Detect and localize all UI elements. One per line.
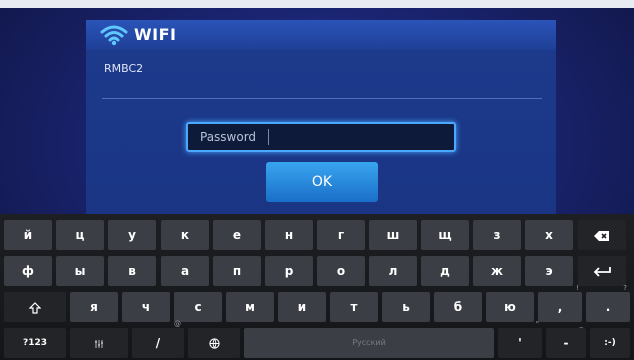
shift-key[interactable]	[4, 292, 66, 322]
key-comma-alt: !	[576, 284, 579, 292]
key-э[interactable]: э	[525, 256, 573, 286]
key-к[interactable]: к	[161, 220, 209, 250]
password-input[interactable]: Password	[186, 122, 456, 152]
key-у[interactable]: у	[108, 220, 156, 250]
keyboard-row-4: ?123 / @ Русский ' " - _ :-)	[4, 320, 630, 358]
key-с[interactable]: с	[174, 292, 222, 322]
backspace-key[interactable]	[578, 220, 626, 250]
numbers-key[interactable]: ?123	[4, 328, 66, 358]
keyboard-row-3: я ч с м и т ь б ю , ! . ?	[4, 284, 630, 322]
password-placeholder: Password	[200, 130, 257, 144]
keyboard-row-1: й ц у к е н г ш щ з х	[4, 220, 630, 250]
key-quote-label: '	[518, 336, 522, 350]
onscreen-keyboard: й ц у к е н г ш щ з х ф ы в а п р о л д …	[0, 214, 634, 360]
key-slash-label: /	[155, 336, 161, 350]
key-comma-label: ,	[557, 300, 563, 314]
wifi-icon	[100, 25, 128, 46]
key-slash[interactable]: / @	[132, 320, 184, 358]
key-comma[interactable]: , !	[538, 284, 582, 322]
enter-icon	[593, 266, 611, 277]
key-н[interactable]: н	[265, 220, 313, 250]
key-д[interactable]: д	[421, 256, 469, 286]
key-dash-alt: _	[579, 320, 584, 328]
key-period[interactable]: . ?	[586, 284, 630, 322]
key-dash-label: -	[563, 336, 569, 350]
globe-icon	[208, 338, 220, 349]
key-ш[interactable]: ш	[369, 220, 417, 250]
keyboard-row-2: ф ы в а п р о л д ж э	[4, 256, 630, 286]
key-з[interactable]: з	[473, 220, 521, 250]
key-ц[interactable]: ц	[56, 220, 104, 250]
key-ь[interactable]: ь	[382, 292, 430, 322]
key-т[interactable]: т	[330, 292, 378, 322]
key-м[interactable]: м	[226, 292, 274, 322]
space-key[interactable]: Русский	[244, 328, 494, 358]
key-х[interactable]: х	[525, 220, 573, 250]
key-quote[interactable]: ' "	[498, 320, 542, 358]
smiley-key[interactable]: :-)	[590, 328, 630, 358]
top-strip	[0, 0, 634, 8]
key-ф[interactable]: ф	[4, 256, 52, 286]
key-ч[interactable]: ч	[122, 292, 170, 322]
key-и[interactable]: и	[278, 292, 326, 322]
key-я[interactable]: я	[70, 292, 118, 322]
key-о[interactable]: о	[317, 256, 365, 286]
key-ж[interactable]: ж	[473, 256, 521, 286]
dialog-header: WIFI	[86, 20, 556, 50]
ssid-row: RMBC2	[102, 62, 542, 99]
backspace-icon	[594, 230, 609, 241]
key-р[interactable]: р	[265, 256, 313, 286]
key-г[interactable]: г	[317, 220, 365, 250]
language-key[interactable]	[188, 328, 240, 358]
key-ы[interactable]: ы	[56, 256, 104, 286]
key-slash-alt: @	[174, 320, 181, 328]
ok-button[interactable]: OK	[266, 162, 378, 202]
key-б[interactable]: б	[434, 292, 482, 322]
key-л[interactable]: л	[369, 256, 417, 286]
settings-icon	[95, 339, 103, 348]
key-а[interactable]: а	[161, 256, 209, 286]
key-period-alt: ?	[623, 284, 627, 292]
enter-key[interactable]	[578, 256, 626, 286]
key-period-label: .	[605, 300, 611, 314]
key-ю[interactable]: ю	[486, 292, 534, 322]
key-е[interactable]: е	[213, 220, 261, 250]
text-caret	[268, 129, 269, 145]
key-quote-alt: "	[535, 320, 539, 328]
ssid-label: RMBC2	[104, 62, 144, 75]
key-п[interactable]: п	[213, 256, 261, 286]
dialog-title: WIFI	[134, 25, 177, 44]
key-dash[interactable]: - _	[546, 320, 586, 358]
key-щ[interactable]: щ	[421, 220, 469, 250]
shift-icon	[28, 301, 42, 314]
key-й[interactable]: й	[4, 220, 52, 250]
settings-key[interactable]	[70, 328, 128, 358]
key-в[interactable]: в	[108, 256, 156, 286]
